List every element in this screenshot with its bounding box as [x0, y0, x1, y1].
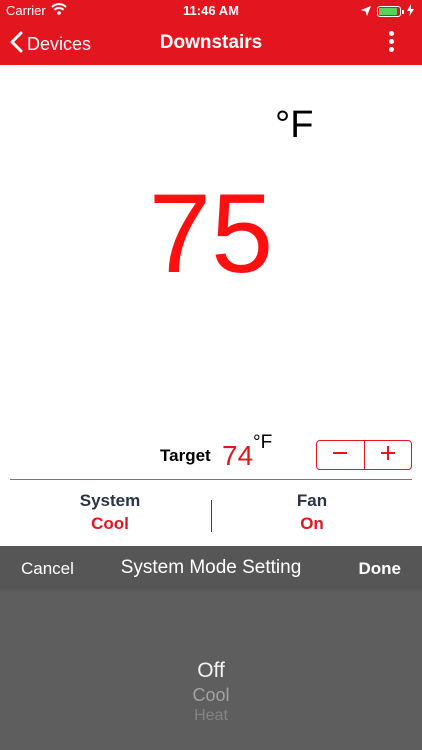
target-unit: °F: [253, 432, 273, 453]
status-bar: Carrier 11:46 AM: [0, 0, 422, 22]
divider: [10, 479, 412, 480]
picker-option-off[interactable]: Off: [0, 659, 422, 683]
temperature-unit: °F: [275, 104, 314, 146]
page-title: Downstairs: [159, 32, 263, 53]
system-value: Cool: [91, 514, 129, 533]
system-mode-selector[interactable]: System Cool: [10, 491, 210, 534]
status-time: 11:46 AM: [183, 3, 239, 18]
charging-bolt-icon: [407, 4, 414, 19]
target-label: Target: [160, 446, 211, 465]
nav-bar: Devices Downstairs: [0, 22, 422, 65]
current-temperature: 75: [148, 171, 274, 296]
battery-level: [379, 8, 397, 15]
system-mode-picker[interactable]: Off Cool Heat: [0, 590, 422, 750]
increment-button[interactable]: [363, 441, 412, 469]
fan-label: Fan: [296, 491, 328, 510]
target-temperature: 74: [222, 440, 254, 471]
more-vertical-icon[interactable]: [386, 31, 396, 55]
fan-value: On: [300, 514, 324, 533]
done-button[interactable]: Done: [359, 559, 402, 579]
target-stepper: [316, 440, 412, 470]
battery-icon: [377, 6, 404, 17]
system-label: System: [79, 491, 141, 510]
minus-icon: [332, 445, 348, 466]
plus-icon: [380, 445, 396, 466]
status-right: [361, 4, 414, 19]
location-arrow-icon: [361, 4, 371, 19]
picker-option-cool[interactable]: Cool: [0, 685, 422, 706]
decrement-button[interactable]: [317, 441, 364, 469]
fan-mode-selector[interactable]: Fan On: [212, 491, 412, 534]
picker-toolbar: Cancel System Mode Setting Done: [0, 546, 422, 590]
picker-option-heat[interactable]: Heat: [0, 707, 422, 725]
